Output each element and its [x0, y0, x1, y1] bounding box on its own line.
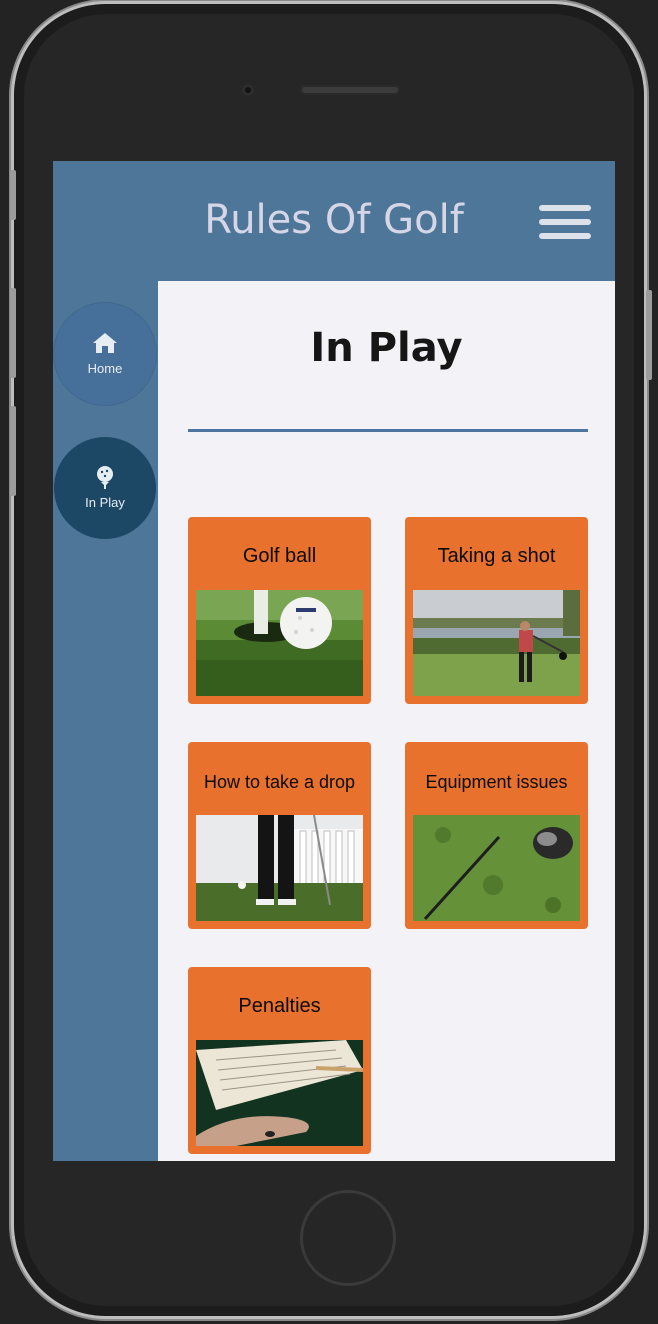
- app-screen: Rules Of Golf Home In Play In Play Golf …: [53, 161, 615, 1161]
- golfer-taking-drop-photo: [196, 815, 363, 921]
- card-penalties[interactable]: Penalties: [188, 967, 371, 1154]
- sidebar-item-label: In Play: [85, 495, 125, 510]
- volume-down-button: [10, 406, 16, 496]
- power-button: [646, 290, 652, 380]
- card-title: Taking a shot: [437, 545, 556, 567]
- app-title: Rules Of Golf: [204, 197, 464, 243]
- card-title: Golf ball: [242, 545, 317, 567]
- card-title: Penalties: [238, 995, 321, 1017]
- card-title: How to take a drop: [203, 772, 356, 792]
- home-hardware-button[interactable]: [300, 1190, 396, 1286]
- card-equipment-issues[interactable]: Equipment issues: [405, 742, 588, 929]
- card-golf-ball[interactable]: Golf ball: [188, 517, 371, 704]
- volume-up-button: [10, 288, 16, 378]
- home-icon: [93, 333, 117, 353]
- sidebar-item-label: Home: [87, 361, 123, 376]
- page-title: In Play: [310, 325, 463, 371]
- sidebar-item-home[interactable]: Home: [54, 303, 156, 405]
- card-taking-a-shot[interactable]: Taking a shot: [405, 517, 588, 704]
- scorecard-photo: [196, 1040, 363, 1146]
- mute-switch: [10, 170, 16, 220]
- sidebar: Home In Play: [53, 281, 158, 1161]
- front-camera: [242, 84, 254, 96]
- earpiece-speaker: [300, 85, 400, 95]
- card-how-to-take-a-drop[interactable]: How to take a drop: [188, 742, 371, 929]
- main-content: In Play Golf ball Taking a shot How to t…: [158, 281, 615, 1161]
- card-title: Equipment issues: [425, 772, 568, 792]
- title-divider: [188, 429, 588, 432]
- app-header: Rules Of Golf: [53, 161, 615, 281]
- golf-ball-on-green-photo: [196, 590, 363, 696]
- hamburger-menu-icon[interactable]: [539, 205, 591, 239]
- sidebar-item-in-play[interactable]: In Play: [54, 437, 156, 539]
- golf-ball-tee-icon: [97, 466, 113, 489]
- broken-driver-photo: [413, 815, 580, 921]
- golfer-swing-photo: [413, 590, 580, 696]
